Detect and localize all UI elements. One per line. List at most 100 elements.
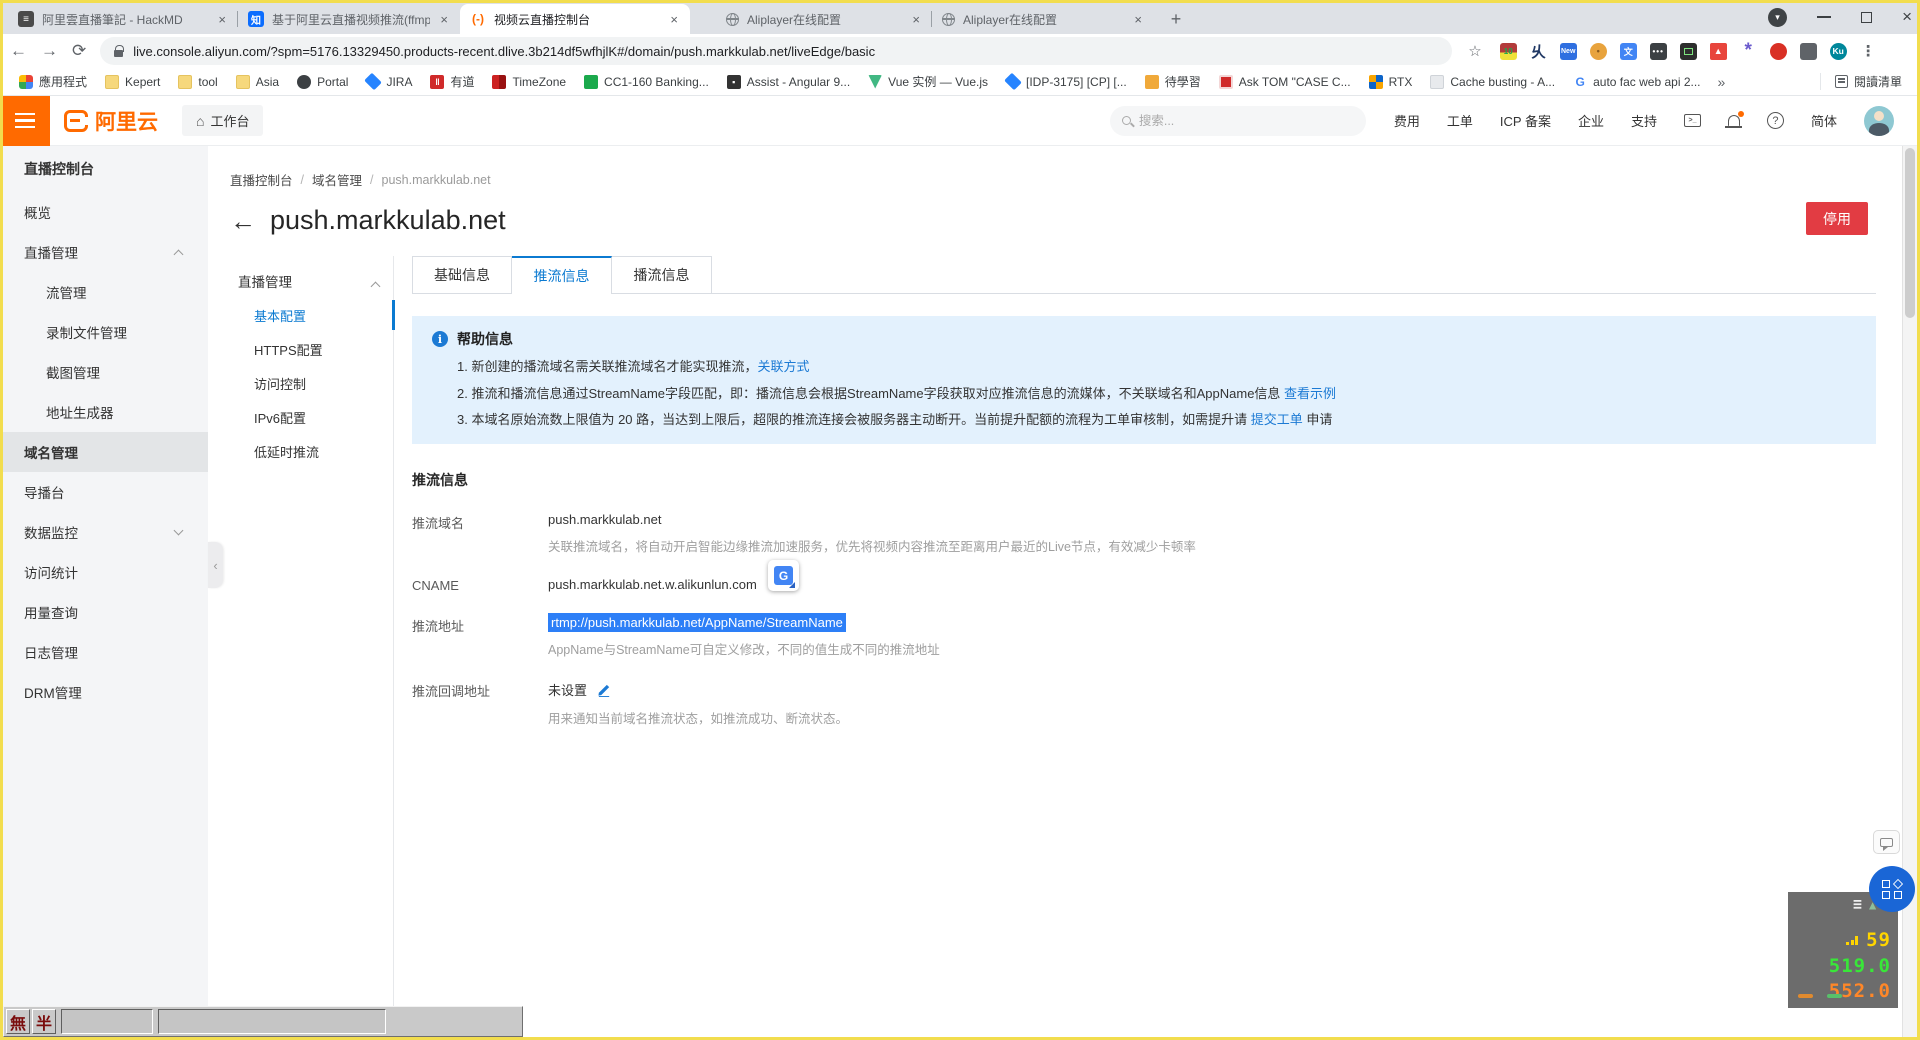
scrollbar-thumb[interactable] xyxy=(1905,148,1915,318)
bookmark-asktom[interactable]: Ask TOM "CASE C... xyxy=(1212,72,1358,92)
nav-billing[interactable]: 费用 xyxy=(1394,111,1420,130)
hamburger-menu-button[interactable] xyxy=(0,96,50,146)
extension-calligraphy-icon[interactable]: 乆 xyxy=(1530,43,1547,60)
tab-play-info[interactable]: 播流信息 xyxy=(612,256,712,293)
reading-list-button[interactable]: 閱讀清單 xyxy=(1820,73,1908,90)
help-link-association[interactable]: 关联方式 xyxy=(757,359,809,374)
extension-ellipsis-icon[interactable]: ••• xyxy=(1650,43,1667,60)
sidebar-item-url-generator[interactable]: 地址生成器 xyxy=(0,392,208,432)
nav-ticket[interactable]: 工单 xyxy=(1447,111,1473,130)
subnav-item-ipv6-config[interactable]: IPv6配置 xyxy=(230,400,393,434)
terminal-icon[interactable]: >_ xyxy=(1684,114,1701,127)
tab-search-icon[interactable]: ▾ xyxy=(1768,8,1787,27)
tab-close-icon[interactable]: × xyxy=(438,12,450,27)
extension-lighthouse-icon[interactable]: ▲ xyxy=(1710,43,1727,60)
tab-close-icon[interactable]: × xyxy=(216,12,228,27)
refresh-icon[interactable]: ⟳ xyxy=(72,41,86,61)
sidebar-item-recording-files[interactable]: 录制文件管理 xyxy=(0,312,208,352)
ime-mode-button-halfwidth[interactable]: 半 xyxy=(32,1009,56,1034)
disable-button[interactable]: 停用 xyxy=(1806,202,1868,235)
tab-close-icon[interactable]: × xyxy=(668,12,680,27)
url-text[interactable]: live.console.aliyun.com/?spm=5176.133294… xyxy=(133,44,875,59)
browser-tab-aliplayer-2[interactable]: Aliplayer在线配置 × xyxy=(932,4,1154,34)
bookmark-rtx[interactable]: RTX xyxy=(1362,72,1420,92)
bookmark-youdao[interactable]: ‖有道 xyxy=(423,70,481,93)
help-link-example[interactable]: 查看示例 xyxy=(1284,386,1336,401)
nav-enterprise[interactable]: 企业 xyxy=(1578,111,1604,130)
sidebar-item-access-statistics[interactable]: 访问统计 xyxy=(0,552,208,592)
subnav-item-access-control[interactable]: 访问控制 xyxy=(230,366,393,400)
console-search-input[interactable] xyxy=(1139,114,1354,128)
back-arrow-icon[interactable]: ← xyxy=(230,208,256,234)
sidebar-item-director-console[interactable]: 导播台 xyxy=(0,472,208,512)
extension-flag10-icon[interactable]: 10 xyxy=(1500,43,1517,60)
extension-translate-icon[interactable]: 文 xyxy=(1620,43,1637,60)
nav-support[interactable]: 支持 xyxy=(1631,111,1657,130)
browser-tab-aliplayer-1[interactable]: Aliplayer在线配置 × xyxy=(716,4,932,34)
bookmark-cache-busting[interactable]: Cache busting - A... xyxy=(1423,72,1562,92)
bookmark-autofac[interactable]: Gauto fac web api 2... xyxy=(1566,72,1707,92)
breadcrumb-live-console[interactable]: 直播控制台 xyxy=(230,170,293,189)
sidebar-item-domain-management[interactable]: 域名管理 xyxy=(0,432,208,472)
extension-asterisk-icon[interactable]: * xyxy=(1740,43,1757,60)
subnav-item-basic-config[interactable]: 基本配置 xyxy=(230,298,393,332)
bookmark-jira[interactable]: JIRA xyxy=(359,72,419,92)
bookmark-study[interactable]: 待學習 xyxy=(1138,70,1208,93)
browser-menu-icon[interactable]: ⋮ xyxy=(1860,43,1877,60)
sidebar-item-overview[interactable]: 概览 xyxy=(0,192,208,232)
language-switcher[interactable]: 简体 xyxy=(1811,111,1837,130)
browser-profile-avatar[interactable]: Ku xyxy=(1830,43,1847,60)
workbench-button[interactable]: ⌂ 工作台 xyxy=(182,105,263,136)
extension-cookie-icon[interactable]: • xyxy=(1590,43,1607,60)
browser-tab-zhihu[interactable]: 知 基于阿里云直播视频推流(ffmpeg × xyxy=(238,4,460,34)
bookmark-banking[interactable]: CC1-160 Banking... xyxy=(577,72,716,92)
help-icon[interactable]: ? xyxy=(1767,112,1784,129)
sidebar-item-log-management[interactable]: 日志管理 xyxy=(0,632,208,672)
sidebar-item-data-monitoring[interactable]: 数据监控 xyxy=(0,512,208,552)
bookmarks-overflow-chevron[interactable]: » xyxy=(1712,74,1732,90)
subnav-title[interactable]: 直播管理 xyxy=(230,264,393,298)
bookmark-assist-angular[interactable]: ▪Assist - Angular 9... xyxy=(720,72,857,92)
sidebar-item-usage-query[interactable]: 用量查询 xyxy=(0,592,208,632)
bookmark-folder-asia[interactable]: Asia xyxy=(229,72,286,92)
tab-close-icon[interactable]: × xyxy=(1132,12,1144,27)
help-link-submit-ticket[interactable]: 提交工单 xyxy=(1251,412,1303,427)
tab-push-info[interactable]: 推流信息 xyxy=(512,256,612,293)
bookmark-timezone[interactable]: TimeZone xyxy=(485,72,573,92)
back-icon[interactable]: ← xyxy=(10,41,27,61)
feedback-chat-icon[interactable] xyxy=(1873,830,1900,854)
subnav-item-low-latency[interactable]: 低延时推流 xyxy=(230,434,393,468)
window-minimize-button[interactable] xyxy=(1817,16,1831,18)
bookmark-star-icon[interactable]: ☆ xyxy=(1468,42,1481,60)
extensions-puzzle-icon[interactable] xyxy=(1800,43,1817,60)
bookmark-folder-kepert[interactable]: Kepert xyxy=(98,72,167,92)
tab-basic-info[interactable]: 基础信息 xyxy=(412,256,512,293)
omnibox[interactable]: live.console.aliyun.com/?spm=5176.133294… xyxy=(100,37,1452,65)
console-avatar[interactable] xyxy=(1864,106,1894,136)
lock-icon[interactable] xyxy=(114,50,123,57)
ime-mode-button-off[interactable]: 無 xyxy=(6,1009,30,1034)
new-tab-button[interactable]: + xyxy=(1162,5,1190,33)
sidebar-item-stream-management[interactable]: 流管理 xyxy=(0,272,208,312)
stats-menu-icon[interactable]: ≡ xyxy=(1853,897,1862,912)
window-restore-button[interactable] xyxy=(1861,12,1872,23)
picture-in-picture-overlay-button[interactable] xyxy=(1869,866,1915,912)
window-close-button[interactable]: × xyxy=(1902,7,1912,27)
sidebar-item-live-management[interactable]: 直播管理 xyxy=(0,232,208,272)
bookmark-apps[interactable]: 應用程式 xyxy=(12,70,94,93)
browser-tab-hackmd[interactable]: ≡ 阿里雲直播筆記 - HackMD × xyxy=(8,4,238,34)
bookmark-idp-ticket[interactable]: [IDP-3175] [CP] [... xyxy=(999,72,1134,92)
tab-close-icon[interactable]: × xyxy=(910,12,922,27)
google-translate-popup-icon[interactable]: G xyxy=(768,560,799,591)
subnav-item-https-config[interactable]: HTTPS配置 xyxy=(230,332,393,366)
push-url-value-selected[interactable]: rtmp://push.markkulab.net/AppName/Stream… xyxy=(548,613,846,632)
extension-record-icon[interactable] xyxy=(1770,43,1787,60)
aliyun-logo[interactable]: 阿里云 xyxy=(64,106,158,136)
breadcrumb-domain-management[interactable]: 域名管理 xyxy=(312,170,362,189)
notification-bell-icon[interactable] xyxy=(1728,115,1740,126)
sidebar-item-snapshot-management[interactable]: 截图管理 xyxy=(0,352,208,392)
forward-icon[interactable]: → xyxy=(41,41,58,61)
nav-icp[interactable]: ICP 备案 xyxy=(1500,111,1551,130)
console-search-box[interactable] xyxy=(1110,106,1366,136)
bookmark-folder-tool[interactable]: tool xyxy=(171,72,224,92)
